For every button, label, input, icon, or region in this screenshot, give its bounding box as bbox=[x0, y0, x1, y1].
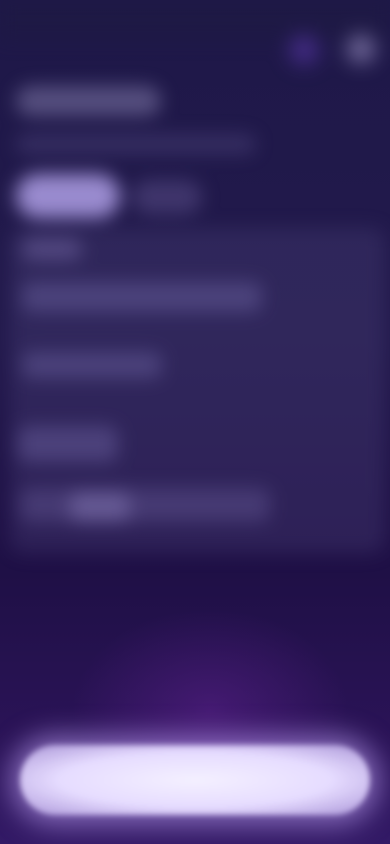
page-subtitle bbox=[16, 134, 256, 154]
primary-action-button[interactable] bbox=[20, 745, 370, 815]
sparkle-icon[interactable] bbox=[282, 28, 326, 72]
filter-chip[interactable] bbox=[132, 180, 202, 214]
list-item[interactable] bbox=[20, 488, 270, 522]
list-item[interactable] bbox=[22, 352, 162, 378]
list-item[interactable] bbox=[22, 238, 82, 260]
list-item-thumbnail bbox=[70, 492, 130, 522]
filter-chip-active[interactable] bbox=[16, 174, 120, 218]
page-title bbox=[16, 86, 161, 116]
avatar-icon[interactable] bbox=[340, 28, 382, 70]
list-item[interactable] bbox=[22, 282, 262, 312]
list-item[interactable] bbox=[18, 426, 118, 462]
top-bar bbox=[0, 0, 390, 40]
